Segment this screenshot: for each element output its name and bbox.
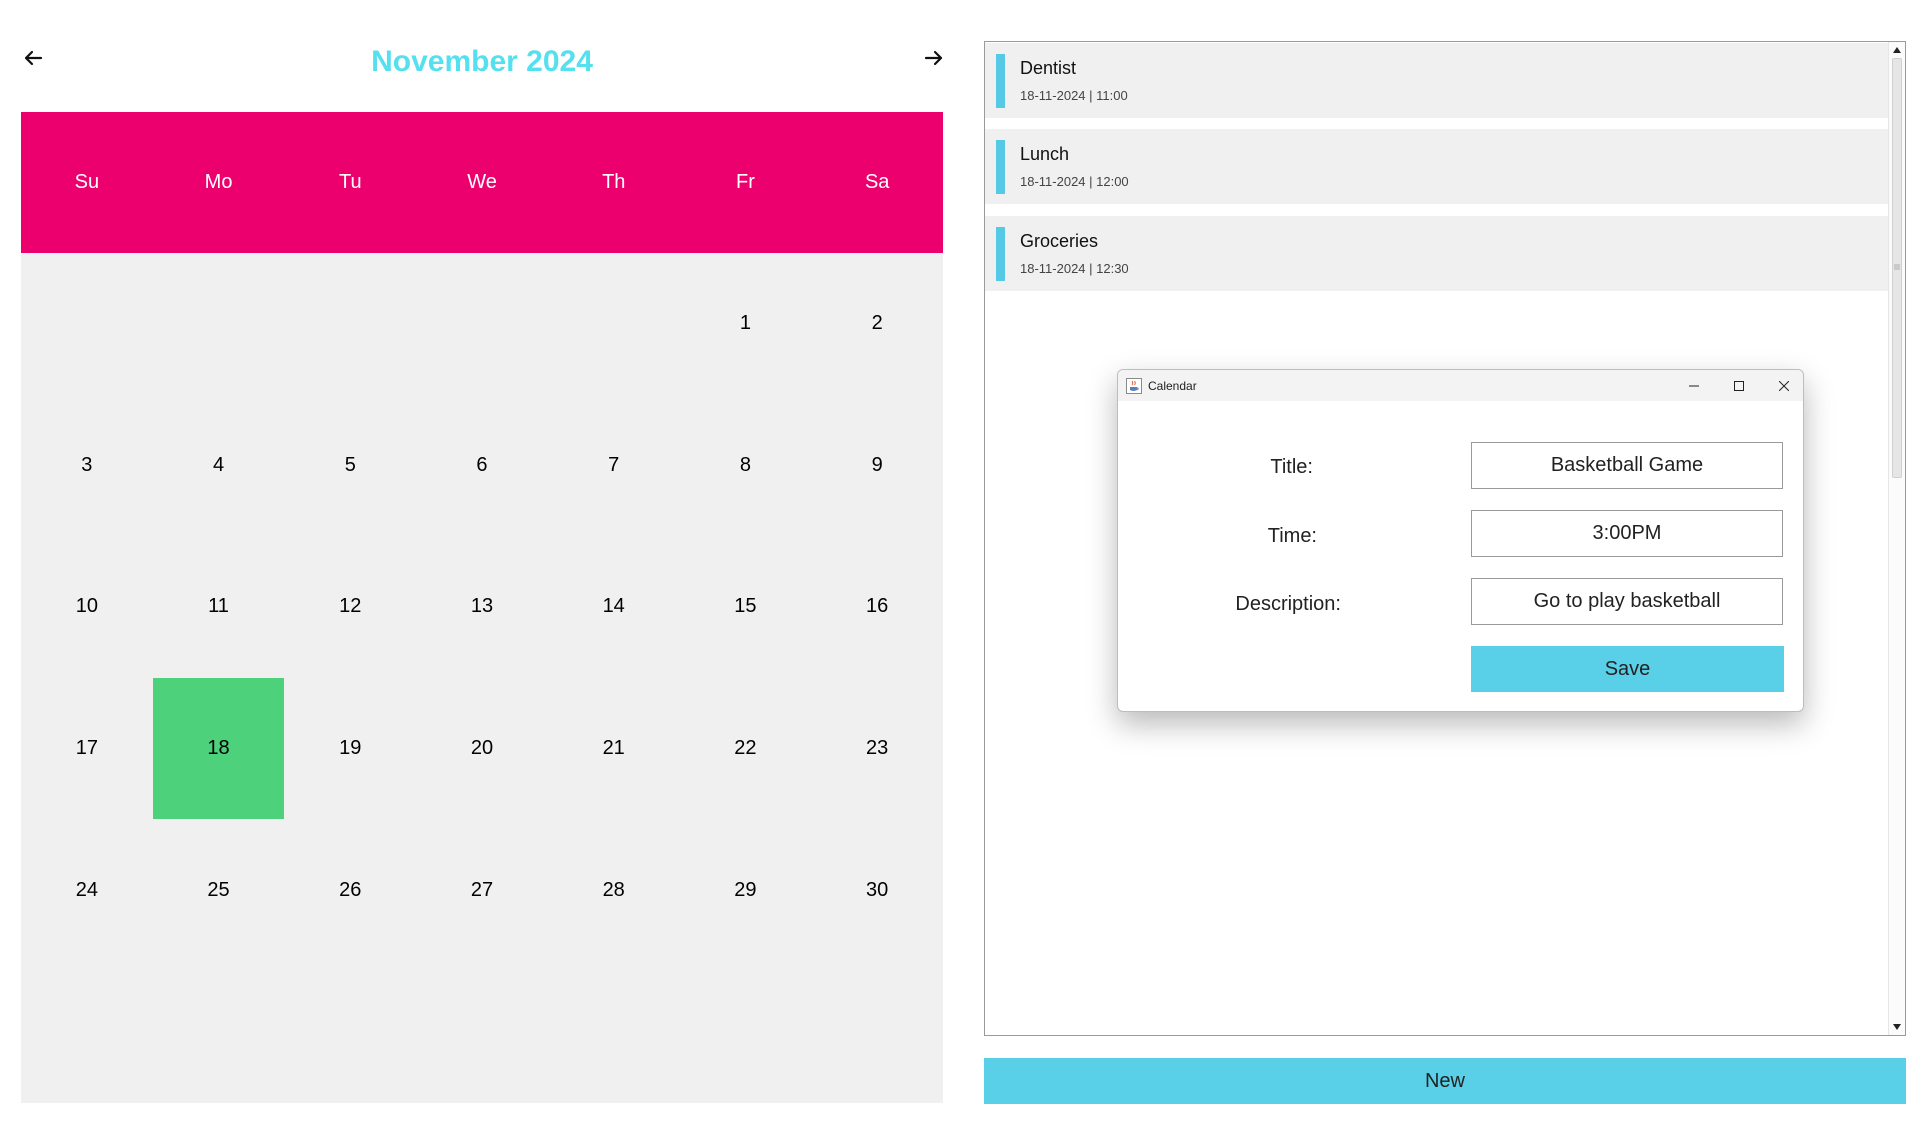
triangle-up-icon [1893,47,1901,53]
calendar-day[interactable]: 22 [680,678,812,820]
weekday-label: Su [74,171,100,193]
calendar-day[interactable]: 20 [416,678,548,820]
event-item[interactable]: Lunch 18-11-2024 | 12:00 [985,129,1890,204]
java-cup-icon [1126,378,1142,394]
event-list-scrollbar[interactable] [1888,42,1905,1035]
weekday-header: Su Mo Tu We Th Fr Sa [21,112,943,253]
calendar-day[interactable]: 8 [680,395,812,537]
weekday-label: Tu [338,171,362,193]
calendar-day[interactable]: 29 [680,819,812,961]
calendar-day[interactable]: 26 [284,819,416,961]
title-label: Title: [1270,456,1313,478]
grip-icon [1894,264,1900,270]
next-month-button[interactable] [920,44,948,72]
calendar-day[interactable]: 23 [811,678,943,820]
calendar-day[interactable]: 30 [811,819,943,961]
calendar-day[interactable]: 21 [548,678,680,820]
scroll-thumb[interactable] [1892,58,1902,478]
calendar-day[interactable]: 14 [548,536,680,678]
new-event-button[interactable]: New [984,1058,1906,1104]
dialog-titlebar[interactable]: Calendar [1118,370,1803,401]
event-datetime: 18-11-2024 | 11:00 [1020,88,1128,103]
calendar-day[interactable]: 24 [21,819,153,961]
description-input[interactable] [1471,578,1783,625]
title-input[interactable] [1471,442,1783,489]
calendar-day[interactable]: 28 [548,819,680,961]
weekday-label: Th [602,171,626,193]
maximize-icon [1734,380,1744,391]
weekday-label: Mo [204,171,233,193]
calendar-day[interactable]: 4 [153,395,285,537]
dialog-title: Calendar [1148,379,1197,393]
event-accent-bar [996,54,1005,108]
close-button[interactable] [1762,370,1803,401]
event-dialog-window: Calendar Title: Time: Description: Save [1117,369,1804,712]
event-accent-bar [996,140,1005,194]
calendar-day[interactable]: 9 [811,395,943,537]
weekday-label: Fr [736,171,755,193]
calendar-day[interactable]: 1 [680,253,812,395]
calendar-day[interactable]: 2 [811,253,943,395]
calendar-day[interactable]: 12 [284,536,416,678]
save-button[interactable]: Save [1471,646,1784,692]
time-input[interactable] [1471,510,1783,557]
calendar-day[interactable]: 15 [680,536,812,678]
calendar-day[interactable]: 5 [284,395,416,537]
calendar-days-grid: 1 2 3 4 5 6 7 8 9 10 11 12 13 14 15 16 17 18 19 20 21 22 23 24 2… [21,253,943,1103]
calendar-day[interactable]: 11 [153,536,285,678]
weekday-label: Sa [864,171,890,193]
event-title: Groceries [1020,231,1099,251]
calendar-day[interactable]: 13 [416,536,548,678]
scroll-up-button[interactable] [1889,43,1905,57]
time-label: Time: [1267,525,1317,547]
calendar-day[interactable]: 7 [548,395,680,537]
calendar-day[interactable]: 6 [416,395,548,537]
weekday-label: We [467,171,497,193]
minimize-icon [1689,385,1699,386]
event-item[interactable]: Dentist 18-11-2024 | 11:00 [985,43,1890,118]
description-label: Description: [1235,593,1341,615]
close-icon [1779,380,1789,391]
calendar-day[interactable]: 16 [811,536,943,678]
calendar-day[interactable]: 3 [21,395,153,537]
calendar-day-selected[interactable]: 18 [152,677,285,820]
event-accent-bar [996,227,1005,281]
calendar-day[interactable]: 10 [21,536,153,678]
maximize-button[interactable] [1717,370,1761,401]
event-item[interactable]: Groceries 18-11-2024 | 12:30 [985,216,1890,291]
arrow-right-icon [924,50,943,66]
event-title: Dentist [1020,58,1077,78]
triangle-down-icon [1893,1024,1901,1030]
event-datetime: 18-11-2024 | 12:30 [1020,261,1129,276]
event-datetime: 18-11-2024 | 12:00 [1020,174,1129,189]
scroll-down-button[interactable] [1889,1020,1905,1034]
calendar-day[interactable]: 25 [153,819,285,961]
calendar-day[interactable]: 19 [284,678,416,820]
minimize-button[interactable] [1672,370,1716,401]
month-title: November 2024 [371,45,593,78]
calendar-day[interactable]: 17 [21,678,153,820]
event-title: Lunch [1020,144,1070,164]
calendar-day[interactable]: 27 [416,819,548,961]
